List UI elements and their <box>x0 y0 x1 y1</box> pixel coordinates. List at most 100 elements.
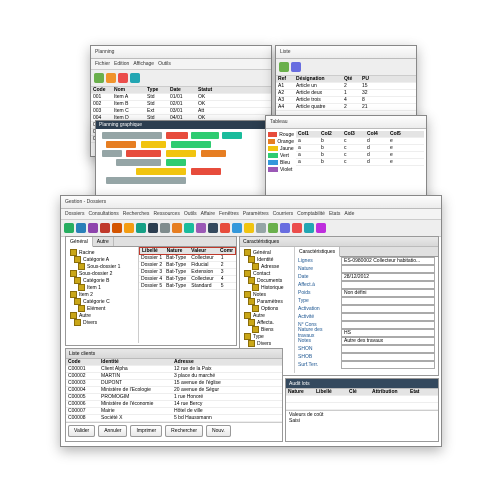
tb-icon[interactable] <box>94 73 104 83</box>
tree-item[interactable]: Général <box>242 249 292 256</box>
menu-item[interactable]: Comptabilité <box>297 211 325 217</box>
tree-item[interactable]: Biens <box>242 326 292 333</box>
tree-item[interactable]: Historique <box>242 284 292 291</box>
gantt-bar[interactable] <box>222 132 242 139</box>
table-row[interactable]: A1Article un215 <box>276 83 416 90</box>
table-row[interactable]: C00003DUPONT15 avenue de l'église <box>66 380 282 387</box>
gantt-bar[interactable] <box>106 141 136 148</box>
toolbar-icon[interactable] <box>148 223 158 233</box>
toolbar-icon[interactable] <box>280 223 290 233</box>
gantt-bar[interactable] <box>106 177 186 184</box>
table-row[interactable]: C00001Client Alpha12 rue de la Paix <box>66 366 282 373</box>
menu-item[interactable]: Affichage <box>133 61 154 67</box>
gantt-bar[interactable] <box>102 150 122 157</box>
field-input[interactable]: 28/12/2012 <box>341 273 435 281</box>
table-row[interactable]: abcde <box>296 145 424 152</box>
tree-item[interactable]: Type <box>242 333 292 340</box>
table-row[interactable]: 003Item CExt03/01Att <box>91 108 271 115</box>
gantt-bar[interactable] <box>126 150 161 157</box>
gantt-bar[interactable] <box>116 159 161 166</box>
tree-item[interactable]: Sous-dossier 2 <box>68 270 136 277</box>
menu-item[interactable]: Paramètres <box>243 211 269 217</box>
table-row[interactable]: A2Article deux132 <box>276 90 416 97</box>
col-header[interactable]: Col4 <box>367 131 387 137</box>
toolbar-icon[interactable] <box>64 223 74 233</box>
tb-icon[interactable] <box>279 62 289 72</box>
button[interactable]: Rechercher <box>165 425 203 437</box>
table-row[interactable]: abcde <box>296 159 424 166</box>
tree-item[interactable]: Affecta. <box>242 319 292 326</box>
toolbar-icon[interactable] <box>220 223 230 233</box>
table-row[interactable] <box>286 403 438 410</box>
field-input[interactable]: HS <box>341 329 435 337</box>
menu-item[interactable]: Outils <box>158 61 171 67</box>
table-row[interactable]: 002Item BStd02/01OK <box>91 101 271 108</box>
toolbar-icon[interactable] <box>136 223 146 233</box>
tb-icon[interactable] <box>291 62 301 72</box>
col-header[interactable]: Qté <box>344 76 359 82</box>
col-header[interactable]: Libellé <box>316 389 346 395</box>
tree-item[interactable]: Divers <box>242 340 292 347</box>
toolbar-icon[interactable] <box>208 223 218 233</box>
col-header[interactable]: Clé <box>349 389 369 395</box>
tree-item[interactable]: Catégorie A <box>68 256 136 263</box>
col-header[interactable]: Code <box>93 87 111 93</box>
table-row[interactable]: C00002MARTIN3 place du marché <box>66 373 282 380</box>
gantt-chart[interactable] <box>96 129 266 189</box>
menu-item[interactable]: Dossiers <box>65 211 84 217</box>
col-header[interactable]: PU <box>362 76 377 82</box>
menu-item[interactable]: Edition <box>114 61 129 67</box>
tree-item[interactable]: Paramètres <box>242 298 292 305</box>
menu-item[interactable]: Affaire <box>201 211 215 217</box>
toolbar-icon[interactable] <box>160 223 170 233</box>
menu-item[interactable]: Recherches <box>123 211 150 217</box>
table-row[interactable]: C00008Société X5 bd Haussmann <box>66 415 282 422</box>
tree-item[interactable]: Elément <box>68 305 136 312</box>
col-header[interactable]: Statut <box>198 87 218 93</box>
menu-item[interactable]: Aide <box>344 211 354 217</box>
tb-icon[interactable] <box>118 73 128 83</box>
toolbar-icon[interactable] <box>100 223 110 233</box>
gantt-bar[interactable] <box>171 141 211 148</box>
col-header[interactable]: Col3 <box>344 131 364 137</box>
menu-item[interactable]: Fenêtres <box>219 211 239 217</box>
table-row[interactable]: abcde <box>296 138 424 145</box>
field-input[interactable] <box>341 265 435 273</box>
tree[interactable]: RacineCatégorie ASous-dossier 1Sous-doss… <box>66 247 139 343</box>
tree-item[interactable]: Item 2 <box>68 291 136 298</box>
table-row[interactable]: Dossier 5Bat-TypeStandard5 <box>139 283 236 290</box>
toolbar-icon[interactable] <box>76 223 86 233</box>
col-header[interactable]: Attribution <box>372 389 407 395</box>
field-input[interactable] <box>341 321 435 329</box>
tb-icon[interactable] <box>130 73 140 83</box>
menu-item[interactable]: Consultations <box>88 211 118 217</box>
tree-item[interactable]: Catégorie B <box>68 277 136 284</box>
table-row[interactable]: A3Article trois48 <box>276 97 416 104</box>
table-row[interactable]: abcde <box>296 152 424 159</box>
gantt-bar[interactable] <box>166 150 196 157</box>
gantt-bar[interactable] <box>166 159 186 166</box>
col-header[interactable]: Valeur <box>191 248 217 254</box>
table-row[interactable]: 001Item AStd01/01OK <box>91 94 271 101</box>
field-input[interactable]: Autre des travaux <box>341 337 435 345</box>
menu-item[interactable]: Etats <box>329 211 340 217</box>
tree-item[interactable]: Autre <box>242 312 292 319</box>
table-row[interactable]: Dossier 3Bat-TypeExtension3 <box>139 269 236 276</box>
gantt-bar[interactable] <box>141 141 166 148</box>
field-input[interactable] <box>341 297 435 305</box>
gantt-bar[interactable] <box>201 150 226 157</box>
table-row[interactable]: C00005PROMOGIM1 rue Honoré <box>66 394 282 401</box>
toolbar-icon[interactable] <box>268 223 278 233</box>
field-input[interactable]: Non défini <box>341 289 435 297</box>
field-input[interactable] <box>341 313 435 321</box>
field-input[interactable] <box>341 305 435 313</box>
field-input[interactable] <box>341 345 435 353</box>
toolbar-icon[interactable] <box>244 223 254 233</box>
menu-item[interactable]: Courriers <box>273 211 294 217</box>
col-header[interactable]: Comm. <box>220 248 233 254</box>
button[interactable]: Annuler <box>98 425 127 437</box>
gantt-bar[interactable] <box>102 132 162 139</box>
toolbar-icon[interactable] <box>232 223 242 233</box>
field-input[interactable] <box>341 281 435 289</box>
tree-item[interactable]: Documents <box>242 277 292 284</box>
